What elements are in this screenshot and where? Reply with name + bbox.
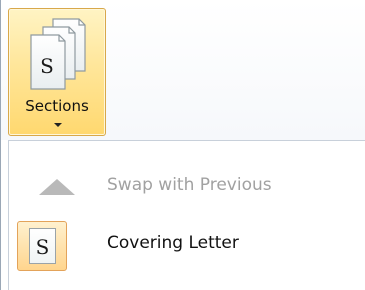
menu-item-label: Swap with Previous xyxy=(107,175,272,195)
dropdown-arrow-icon xyxy=(54,123,62,127)
sections-button-label: Sections xyxy=(25,97,89,115)
menu-item-covering-letter[interactable]: S Covering Letter xyxy=(9,219,359,273)
up-triangle-icon xyxy=(39,179,75,195)
document-page: S xyxy=(29,228,56,264)
section-document-icon: S xyxy=(17,221,67,271)
ribbon-left-border xyxy=(0,0,1,290)
sections-button[interactable]: S Sections xyxy=(8,8,106,136)
stacked-documents-icon: S xyxy=(30,18,86,90)
document-letter: S xyxy=(35,235,50,259)
menu-item-swap-with-previous[interactable]: Swap with Previous xyxy=(9,161,359,215)
sections-icon-letter: S xyxy=(40,54,54,78)
menu-item-label: Covering Letter xyxy=(107,233,239,253)
sections-dropdown-menu: Swap with Previous S Covering Letter xyxy=(8,140,365,290)
